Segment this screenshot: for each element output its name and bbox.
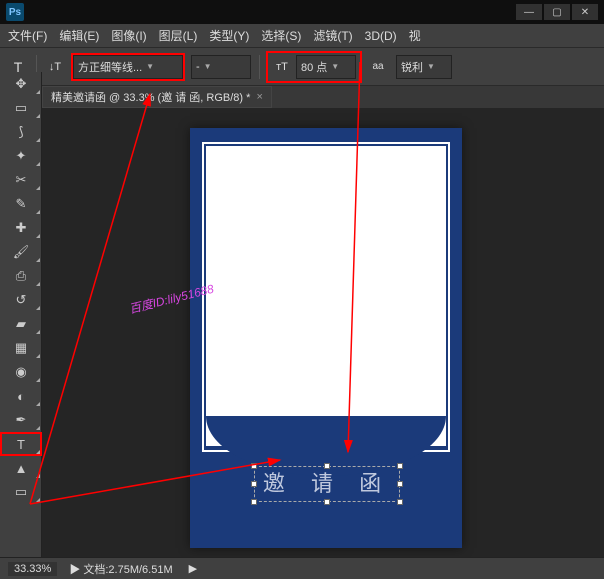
document-tab-title: 精美邀请函 @ 33.3% (邀 请 函, RGB/8) * xyxy=(51,89,250,105)
window-controls: — ▢ ✕ xyxy=(516,4,598,20)
menu-3d[interactable]: 3D(D) xyxy=(365,29,397,43)
close-button[interactable]: ✕ xyxy=(572,4,598,20)
menu-layer[interactable]: 图层(L) xyxy=(159,27,198,44)
handle-tc[interactable] xyxy=(324,463,330,469)
canvas[interactable]: 邀 请 函 xyxy=(190,128,462,548)
maximize-button[interactable]: ▢ xyxy=(544,4,570,20)
tool-healing[interactable]: ✚ xyxy=(0,216,42,240)
menu-select[interactable]: 选择(S) xyxy=(261,27,301,44)
close-icon[interactable]: × xyxy=(256,91,262,103)
font-style-value: - xyxy=(196,61,200,73)
document-tab[interactable]: 精美邀请函 @ 33.3% (邀 请 函, RGB/8) * × xyxy=(42,86,272,108)
tool-eraser[interactable]: ▰ xyxy=(0,312,42,336)
antialias-label: aa xyxy=(368,61,388,72)
menubar: 文件(F) 编辑(E) 图像(I) 图层(L) 类型(Y) 选择(S) 滤镜(T… xyxy=(0,24,604,48)
canvas-workspace[interactable]: 邀 请 函 xyxy=(42,108,604,557)
tool-dodge[interactable]: ◐ xyxy=(0,384,42,408)
handle-bc[interactable] xyxy=(324,499,330,505)
doc-size-label: ▶ 文档:2.75M/6.51M xyxy=(69,561,172,577)
chevron-right-icon[interactable]: ▶ xyxy=(189,562,197,575)
antialias-dropdown[interactable]: 锐利 ▼ xyxy=(396,55,452,79)
menu-type[interactable]: 类型(Y) xyxy=(209,27,249,44)
text-selection[interactable]: 邀 请 函 xyxy=(254,466,400,502)
tool-blur[interactable]: ◉ xyxy=(0,360,42,384)
document-tab-row: 精美邀请函 @ 33.3% (邀 请 函, RGB/8) * × xyxy=(0,86,604,108)
menu-filter[interactable]: 滤镜(T) xyxy=(313,27,352,44)
menu-file[interactable]: 文件(F) xyxy=(8,27,47,44)
chevron-down-icon: ▼ xyxy=(146,62,154,71)
minimize-button[interactable]: — xyxy=(516,4,542,20)
tool-lasso[interactable]: ⟆ xyxy=(0,120,42,144)
shield-shape xyxy=(206,146,446,446)
tool-shape[interactable]: ▭ xyxy=(0,480,42,504)
tool-path-select[interactable]: ▲ xyxy=(0,456,42,480)
titlebar: Ps — ▢ ✕ xyxy=(0,0,604,24)
tool-pen[interactable]: ✒ xyxy=(0,408,42,432)
chevron-down-icon: ▼ xyxy=(331,62,339,71)
font-family-value: 方正细等线... xyxy=(78,59,142,75)
tool-type[interactable]: T xyxy=(0,432,42,456)
toolbox: ✥▭⟆✦✂✎✚🖌⎙↺▰▦◉◐✒T▲▭ xyxy=(0,72,42,557)
zoom-level[interactable]: 33.33% xyxy=(8,562,57,576)
handle-tr[interactable] xyxy=(397,463,403,469)
tool-marquee[interactable]: ▭ xyxy=(0,96,42,120)
divider xyxy=(259,55,260,79)
statusbar: 33.33% ▶ 文档:2.75M/6.51M ▶ xyxy=(0,557,604,579)
tool-crop[interactable]: ✂ xyxy=(0,168,42,192)
chevron-down-icon: ▼ xyxy=(427,62,435,71)
handle-bl[interactable] xyxy=(251,499,257,505)
font-style-dropdown[interactable]: - ▼ xyxy=(191,55,251,79)
text-orientation-icon[interactable]: ↓T xyxy=(45,61,65,73)
tool-history-brush[interactable]: ↺ xyxy=(0,288,42,312)
tool-gradient[interactable]: ▦ xyxy=(0,336,42,360)
tool-eyedropper[interactable]: ✎ xyxy=(0,192,42,216)
chevron-down-icon: ▼ xyxy=(204,62,212,71)
font-size-icon: тT xyxy=(272,61,292,73)
tool-brush[interactable]: 🖌 xyxy=(0,240,42,264)
handle-tl[interactable] xyxy=(251,463,257,469)
menu-edit[interactable]: 编辑(E) xyxy=(59,27,99,44)
menu-image[interactable]: 图像(I) xyxy=(111,27,146,44)
menu-view[interactable]: 视 xyxy=(409,27,421,44)
tool-stamp[interactable]: ⎙ xyxy=(0,264,42,288)
options-bar: T ↓T 方正细等线... ▼ - ▼ тT 80 点 ▼ aa 锐利 ▼ xyxy=(0,48,604,86)
handle-ml[interactable] xyxy=(251,481,257,487)
font-family-dropdown[interactable]: 方正细等线... ▼ xyxy=(73,55,183,79)
tool-move[interactable]: ✥ xyxy=(0,72,42,96)
app-logo: Ps xyxy=(6,3,24,21)
tool-wand[interactable]: ✦ xyxy=(0,144,42,168)
antialias-value: 锐利 xyxy=(401,59,423,75)
canvas-text[interactable]: 邀 请 函 xyxy=(254,466,400,502)
font-size-dropdown[interactable]: 80 点 ▼ xyxy=(296,55,356,79)
handle-mr[interactable] xyxy=(397,481,403,487)
handle-br[interactable] xyxy=(397,499,403,505)
font-size-value: 80 点 xyxy=(301,59,327,75)
